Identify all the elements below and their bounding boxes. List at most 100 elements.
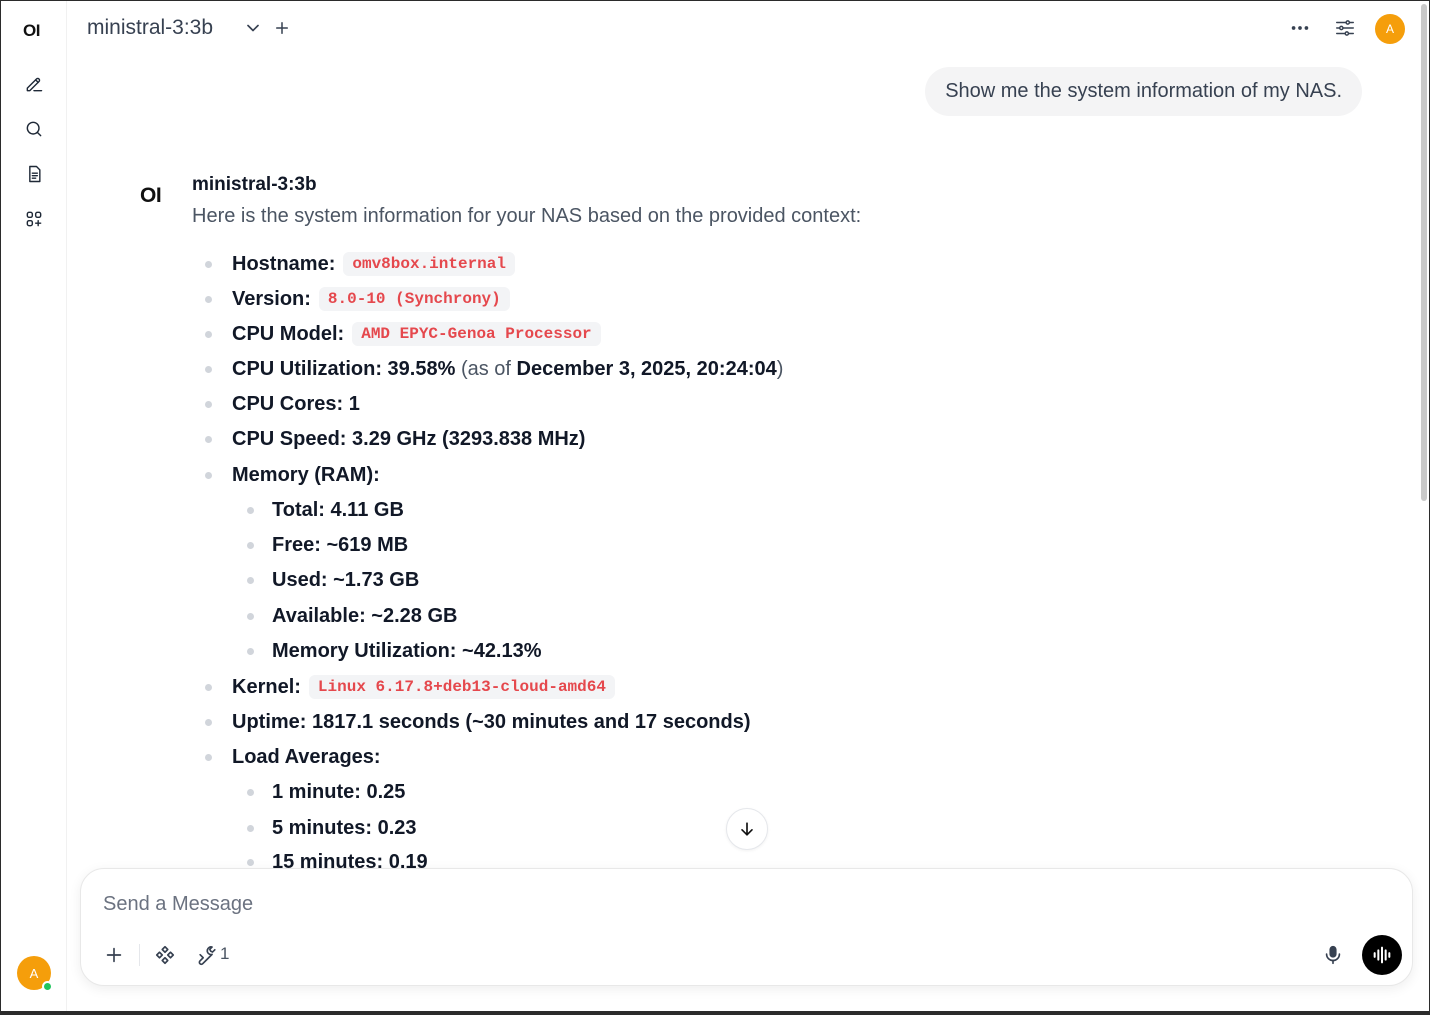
item-label: Memory (RAM):: [232, 463, 380, 486]
bullet: [205, 436, 212, 443]
bullet: [205, 401, 212, 408]
item-text: (as of: [460, 357, 511, 380]
inline-code: omv8box.internal: [343, 252, 515, 276]
bullet: [205, 719, 212, 726]
item-text: ): [776, 357, 784, 380]
header-user-avatar[interactable]: A: [1375, 14, 1405, 44]
message-composer: 1: [80, 868, 1413, 986]
new-chat-icon: [26, 77, 43, 92]
bullet: [247, 825, 254, 832]
online-status-indicator: [42, 981, 53, 992]
voice-mode-button[interactable]: [1362, 935, 1402, 975]
controls-button[interactable]: [1334, 17, 1356, 39]
notes-button[interactable]: [19, 159, 49, 189]
bullet: [205, 261, 212, 268]
bullet: [247, 542, 254, 549]
inline-code: Linux 6.17.8+deb13-cloud-amd64: [308, 675, 615, 699]
toolbar-divider: [139, 944, 140, 966]
item-date: December 3, 2025, 20:24:04: [516, 357, 777, 380]
scroll-to-bottom-button[interactable]: [726, 808, 768, 850]
list-item: Memory (RAM):: [205, 459, 380, 491]
search-icon: [26, 121, 42, 137]
user-message: Show me the system information of my NAS…: [925, 67, 1362, 116]
add-model-button[interactable]: [273, 19, 291, 37]
notes-icon: [29, 165, 41, 183]
wrench-icon: [198, 946, 216, 966]
more-options-button[interactable]: [1289, 17, 1311, 39]
item-label: Version:: [232, 287, 311, 310]
inline-code: AMD EPYC-Genoa Processor: [352, 322, 601, 346]
item-label: Available: ~2.28 GB: [272, 604, 458, 627]
inline-code: 8.0-10 (Synchrony): [318, 287, 510, 311]
workspace-button[interactable]: [19, 204, 49, 234]
item-label: Kernel:: [232, 675, 301, 698]
more-horizontal-icon: [1291, 26, 1309, 30]
item-label: CPU Speed: 3.29 GHz (3293.838 MHz): [232, 427, 586, 450]
tools-count: 1: [220, 944, 230, 963]
sliders-icon: [1336, 20, 1354, 36]
list-item: 5 minutes: 0.23: [247, 812, 417, 844]
item-label: CPU Model:: [232, 322, 345, 345]
list-item: CPU Utilization: 39.58% (as of December …: [205, 353, 784, 385]
plus-icon: [106, 947, 122, 963]
item-label: Hostname:: [232, 252, 336, 275]
bullet: [247, 789, 254, 796]
model-selector[interactable]: ministral-3:3b: [87, 16, 213, 40]
bullet: [205, 331, 212, 338]
bullet: [205, 684, 212, 691]
item-label: CPU Utilization: 39.58%: [232, 357, 456, 380]
integrations-button[interactable]: [151, 941, 179, 969]
item-label: Uptime: 1817.1 seconds (~30 minutes and …: [232, 710, 751, 733]
list-item: Uptime: 1817.1 seconds (~30 minutes and …: [205, 706, 751, 738]
bullet: [205, 296, 212, 303]
list-item: Free: ~619 MB: [247, 529, 409, 561]
list-item: CPU Model: AMD EPYC-Genoa Processor: [205, 318, 601, 350]
bullet: [247, 859, 254, 866]
workspace-icon: [26, 211, 42, 227]
new-chat-button[interactable]: [19, 69, 49, 99]
list-item: Available: ~2.28 GB: [247, 600, 458, 632]
item-label: 5 minutes: 0.23: [272, 816, 417, 839]
item-label: Total: 4.11 GB: [272, 498, 404, 521]
item-label: 1 minute: 0.25: [272, 780, 406, 803]
assistant-avatar: OI: [140, 184, 162, 207]
search-button[interactable]: [19, 114, 49, 144]
item-label: Memory Utilization: ~42.13%: [272, 639, 542, 662]
plus-icon: [276, 22, 288, 34]
item-label: Load Averages:: [232, 745, 381, 768]
attach-button[interactable]: [100, 941, 128, 969]
bullet: [247, 648, 254, 655]
message-input[interactable]: [103, 889, 1303, 919]
list-item: CPU Speed: 3.29 GHz (3293.838 MHz): [205, 423, 586, 455]
list-item: Kernel: Linux 6.17.8+deb13-cloud-amd64: [205, 671, 615, 703]
item-label: 15 minutes: 0.19: [272, 850, 428, 869]
tools-button[interactable]: [191, 941, 219, 969]
bullet: [247, 577, 254, 584]
assistant-response-list: Hostname: omv8box.internal Version: 8.0-…: [192, 246, 1292, 868]
audio-waveform-icon: [1373, 946, 1391, 964]
list-item: CPU Cores: 1: [205, 388, 360, 420]
bullet: [205, 366, 212, 373]
integrations-icon: [155, 945, 175, 965]
model-dropdown-button[interactable]: [243, 18, 263, 38]
item-label: CPU Cores: 1: [232, 392, 360, 415]
list-item: Load Averages:: [205, 741, 381, 773]
sidebar: OI A: [1, 1, 67, 1011]
arrow-down-icon: [741, 822, 753, 836]
scrollbar-thumb[interactable]: [1421, 4, 1427, 501]
bullet: [205, 754, 212, 761]
assistant-name: ministral-3:3b: [192, 174, 317, 195]
bullet: [247, 507, 254, 514]
assistant-intro: Here is the system information for your …: [192, 205, 862, 227]
bullet: [247, 613, 254, 620]
list-item: Version: 8.0-10 (Synchrony): [205, 283, 510, 315]
item-label: Used: ~1.73 GB: [272, 568, 420, 591]
list-item: Memory Utilization: ~42.13%: [247, 635, 542, 667]
list-item: 1 minute: 0.25: [247, 776, 406, 808]
item-label: Free: ~619 MB: [272, 533, 409, 556]
list-item: Total: 4.11 GB: [247, 494, 404, 526]
dictate-button[interactable]: [1319, 941, 1347, 969]
app-logo[interactable]: OI: [23, 21, 40, 41]
list-item: 15 minutes: 0.19: [247, 846, 428, 869]
bullet: [205, 472, 212, 479]
